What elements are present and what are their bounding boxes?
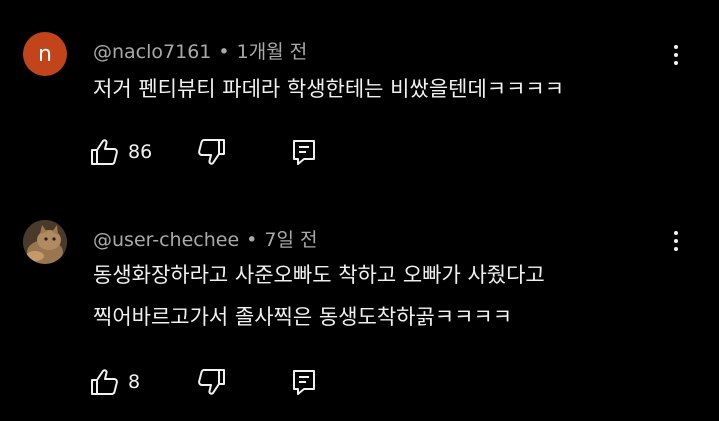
- like-count: 86: [128, 141, 153, 163]
- comment-text-line: 저거 펜티뷰티 파데라 학생한테는 비쌌을텐데ㅋㅋㅋㅋ: [93, 77, 565, 101]
- reply-comment-icon: [293, 370, 315, 395]
- like-count: 8: [128, 371, 141, 393]
- comment-author[interactable]: @naclo7161: [93, 41, 211, 63]
- comment-meta: @user-chechee • 7일 전: [93, 225, 317, 252]
- more-options-button[interactable]: [664, 226, 688, 256]
- comment-item: @user-chechee • 7일 전 동생화장하라고 사준오빠도 착하고 오빠가…: [0, 200, 719, 421]
- reply-button[interactable]: [291, 136, 317, 168]
- comment-author[interactable]: @user-chechee: [93, 229, 239, 251]
- meta-separator: •: [246, 229, 258, 251]
- comment-item: n @naclo7161 • 1개월 전 저거 펜티뷰티 파데라 학생한테는 비쌌을…: [0, 0, 719, 200]
- more-options-button[interactable]: [664, 40, 688, 70]
- avatar[interactable]: n: [23, 32, 67, 76]
- like-button[interactable]: [90, 136, 120, 168]
- thumbs-up-icon: [91, 369, 118, 395]
- more-vertical-icon-dot: [674, 61, 678, 65]
- thumbs-down-icon: [198, 139, 225, 165]
- dislike-button[interactable]: [196, 136, 226, 168]
- more-vertical-icon: [674, 45, 678, 49]
- comment-text-line: 동생화장하라고 사준오빠도 착하고 오빠가 사줬다고: [93, 263, 545, 287]
- cat-avatar-image: [23, 220, 67, 264]
- more-vertical-icon-dot: [674, 247, 678, 251]
- comment-text-line: 찍어바르고가서 졸사찍은 동생도착하곩ㅋㅋㅋㅋ: [93, 305, 513, 329]
- like-button[interactable]: [90, 366, 120, 398]
- comment-text: 저거 펜티뷰티 파데라 학생한테는 비쌌을텐데ㅋㅋㅋㅋ: [93, 68, 564, 110]
- dislike-button[interactable]: [196, 366, 226, 398]
- avatar-letter: n: [38, 41, 52, 67]
- reply-button[interactable]: [291, 366, 317, 398]
- comment-time: 7일 전: [264, 229, 318, 251]
- more-vertical-icon-dot: [674, 53, 678, 57]
- comment-time: 1개월 전: [236, 41, 308, 63]
- reply-comment-icon: [293, 140, 315, 165]
- thumbs-down-icon: [198, 369, 225, 395]
- comment-text: 동생화장하라고 사준오빠도 착하고 오빠가 사줬다고 찍어바르고가서 졸사찍은 …: [93, 254, 545, 338]
- comment-meta: @naclo7161 • 1개월 전: [93, 37, 307, 64]
- more-vertical-icon-dot: [674, 239, 678, 243]
- meta-separator: •: [218, 41, 230, 63]
- more-vertical-icon: [674, 231, 678, 235]
- thumbs-up-icon: [91, 139, 118, 165]
- avatar[interactable]: [23, 220, 67, 264]
